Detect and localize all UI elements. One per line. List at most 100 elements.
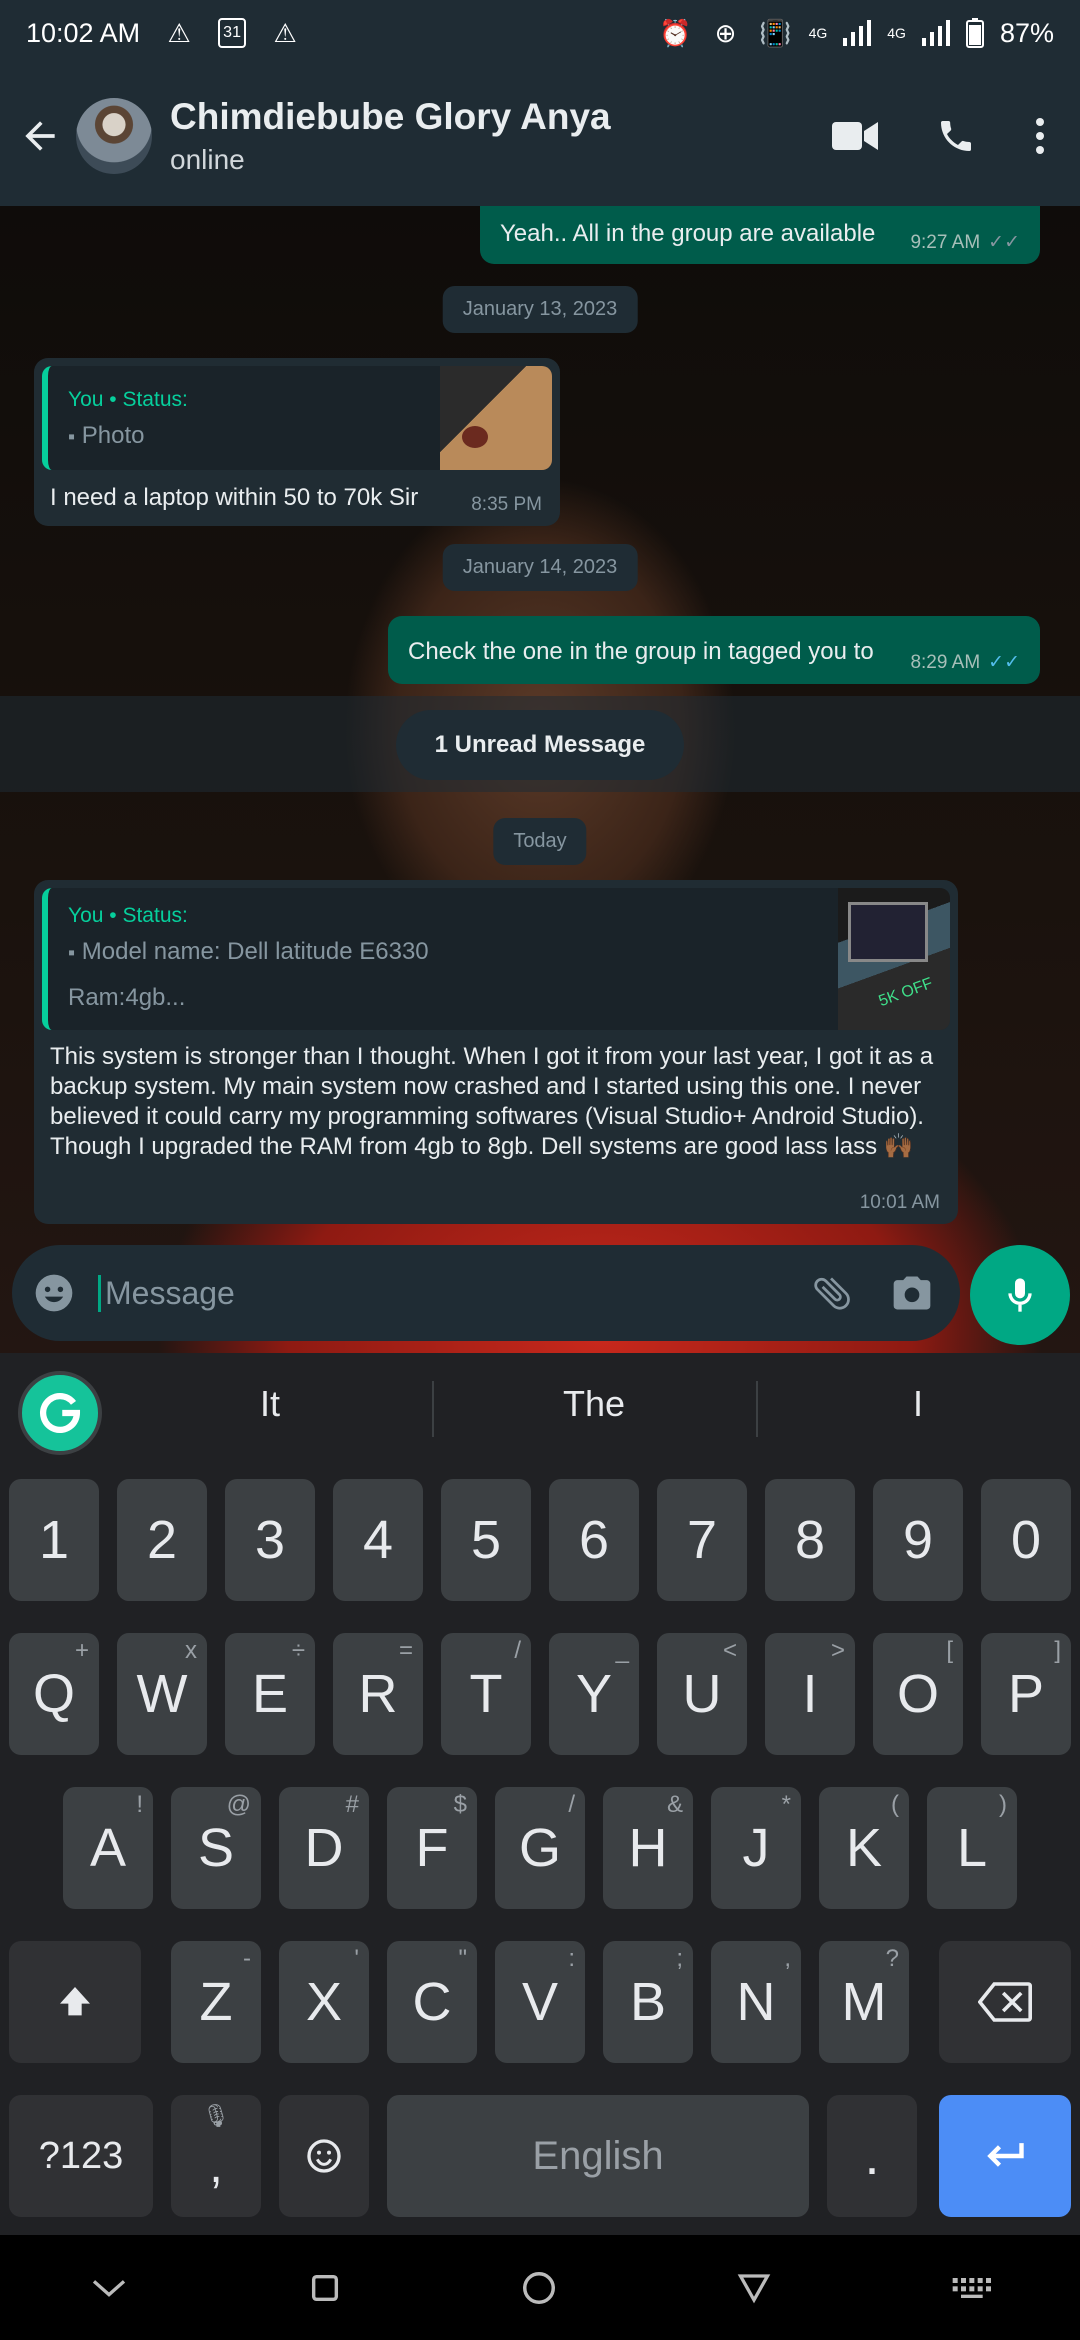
key-q[interactable]: Q + bbox=[9, 1633, 99, 1755]
suggestion-3[interactable]: I bbox=[913, 1383, 923, 1425]
network-type-1: 4G bbox=[808, 25, 828, 41]
more-options-icon[interactable] bbox=[1034, 116, 1046, 156]
message-text: Check the one in the group in tagged you… bbox=[408, 638, 874, 665]
status-reply-quote[interactable]: You • Status: ▪ Photo bbox=[42, 366, 552, 470]
shift-icon bbox=[60, 1987, 90, 2016]
home-icon[interactable] bbox=[520, 2269, 558, 2307]
message-outgoing[interactable]: Yeah.. All in the group are available 9:… bbox=[480, 206, 1040, 264]
period-key[interactable]: . bbox=[827, 2095, 917, 2217]
key-n[interactable]: N, bbox=[711, 1941, 801, 2063]
message-incoming[interactable]: You • Status: ▪ Model name: Dell latitud… bbox=[34, 880, 958, 1224]
message-text: Yeah.. All in the group are available bbox=[500, 220, 876, 247]
space-key[interactable]: English bbox=[387, 2095, 809, 2217]
key-4[interactable]: 4 bbox=[333, 1479, 423, 1601]
key-7[interactable]: 7 bbox=[657, 1479, 747, 1601]
recents-icon[interactable] bbox=[308, 2271, 342, 2305]
date-separator: January 14, 2023 bbox=[442, 544, 638, 591]
video-call-icon[interactable] bbox=[832, 120, 878, 152]
camera-icon[interactable] bbox=[890, 1271, 934, 1315]
emoji-icon[interactable] bbox=[32, 1271, 76, 1315]
message-time: 10:01 AM bbox=[859, 1192, 940, 1213]
key-5[interactable]: 5 bbox=[441, 1479, 531, 1601]
key-k[interactable]: K( bbox=[819, 1787, 909, 1909]
symbols-key[interactable]: ?123 bbox=[9, 2095, 153, 2217]
quote-line-2: Ram:4gb... bbox=[68, 984, 186, 1011]
signal-icon-2 bbox=[921, 20, 950, 46]
unread-messages-pill: 1 Unread Message bbox=[396, 710, 684, 780]
key-g[interactable]: G / bbox=[495, 1787, 585, 1909]
key-y[interactable]: Y _ bbox=[549, 1633, 639, 1755]
message-outgoing[interactable]: Check the one in the group in tagged you… bbox=[388, 616, 1040, 684]
key-t[interactable]: T / bbox=[441, 1633, 531, 1755]
key-p[interactable]: P] bbox=[981, 1633, 1071, 1755]
hide-keyboard-icon[interactable] bbox=[89, 2276, 129, 2300]
keyboard-switch-icon[interactable] bbox=[951, 2276, 991, 2300]
attach-icon[interactable] bbox=[810, 1271, 854, 1315]
key-d[interactable]: D # bbox=[279, 1787, 369, 1909]
key-z[interactable]: Z- bbox=[171, 1941, 261, 2063]
key-o[interactable]: O[ bbox=[873, 1633, 963, 1755]
battery-icon bbox=[965, 18, 984, 48]
key-e[interactable]: E ÷ bbox=[225, 1633, 315, 1755]
key-0[interactable]: 0 bbox=[981, 1479, 1071, 1601]
battery-level: 87% bbox=[999, 17, 1054, 48]
back-arrow-icon[interactable] bbox=[18, 114, 62, 158]
key-i[interactable]: I > bbox=[765, 1633, 855, 1755]
message-time: 8:35 PM bbox=[471, 494, 542, 515]
emoji-key-icon bbox=[307, 2139, 341, 2173]
key-8[interactable]: 8 bbox=[765, 1479, 855, 1601]
shift-key[interactable] bbox=[9, 1941, 141, 2063]
voice-message-button[interactable] bbox=[970, 1245, 1070, 1345]
key-x[interactable]: X ' bbox=[279, 1941, 369, 2063]
key-9[interactable]: 9 bbox=[873, 1479, 963, 1601]
message-incoming[interactable]: You • Status: ▪ Photo I need a laptop wi… bbox=[34, 358, 560, 526]
contact-info[interactable]: Chimdiebube Glory Anya online bbox=[170, 96, 611, 176]
key-w[interactable]: Wx bbox=[117, 1633, 207, 1755]
message-composer[interactable]: Message bbox=[12, 1245, 960, 1341]
status-reply-quote[interactable]: You • Status: ▪ Model name: Dell latitud… bbox=[42, 888, 950, 1030]
date-separator: January 13, 2023 bbox=[442, 286, 638, 333]
voice-call-icon[interactable] bbox=[936, 116, 976, 156]
chat-area[interactable]: Yeah.. All in the group are available 9:… bbox=[0, 206, 1080, 1353]
key-2[interactable]: 2 bbox=[117, 1479, 207, 1601]
alarm-icon: ⏰ bbox=[659, 17, 692, 48]
key-u[interactable]: U < bbox=[657, 1633, 747, 1755]
key-h[interactable]: H & bbox=[603, 1787, 693, 1909]
suggestion-1[interactable]: It bbox=[260, 1383, 280, 1425]
quote-title: You • Status: bbox=[68, 904, 188, 927]
microphone-icon bbox=[1008, 1278, 1032, 1312]
clock: 10:02 AM bbox=[26, 17, 141, 48]
key-b[interactable]: B; bbox=[603, 1941, 693, 2063]
avatar[interactable] bbox=[76, 98, 152, 174]
suggestion-strip: It The I bbox=[0, 1353, 1080, 1463]
quote-line-1: Model name: Dell latitude E6330 bbox=[81, 938, 429, 965]
key-1[interactable]: 1 bbox=[9, 1479, 99, 1601]
emoji-key[interactable] bbox=[279, 2095, 369, 2217]
key-j[interactable]: J * bbox=[711, 1787, 801, 1909]
suggestion-2[interactable]: The bbox=[563, 1383, 625, 1425]
status-thumbnail: 5K OFF bbox=[838, 888, 950, 1030]
photo-icon: ▪ bbox=[68, 426, 76, 448]
key-f[interactable]: F $ bbox=[387, 1787, 477, 1909]
status-bar: 10:02 AM ⚠ 31 ⚠ ⏰ ⊕ 📳 4G 4G 87% bbox=[0, 0, 1080, 66]
comma-voice-key[interactable]: 🎙 , bbox=[171, 2095, 261, 2217]
message-time: 9:27 AM bbox=[910, 231, 981, 253]
key-c[interactable]: C " bbox=[387, 1941, 477, 2063]
message-input[interactable]: Message bbox=[98, 1274, 235, 1312]
key-3[interactable]: 3 bbox=[225, 1479, 315, 1601]
key-6[interactable]: 6 bbox=[549, 1479, 639, 1601]
back-nav-icon[interactable] bbox=[736, 2271, 772, 2305]
key-m[interactable]: M? bbox=[819, 1941, 909, 2063]
message-text: This system is stronger than I thought. … bbox=[50, 1043, 934, 1160]
keyboard: It The I 1 2 3 4 5 6 7 8 9 0 Q + Wx E ÷ R =… bbox=[0, 1353, 1080, 2235]
key-l[interactable]: L) bbox=[927, 1787, 1017, 1909]
key-a[interactable]: A! bbox=[63, 1787, 153, 1909]
grammarly-icon[interactable] bbox=[18, 1371, 102, 1455]
contact-name: Chimdiebube Glory Anya bbox=[170, 96, 611, 137]
key-s[interactable]: S @ bbox=[171, 1787, 261, 1909]
warning-icon: ⚠ bbox=[167, 17, 191, 48]
key-v[interactable]: V: bbox=[495, 1941, 585, 2063]
backspace-key[interactable] bbox=[939, 1941, 1071, 2063]
key-r[interactable]: R = bbox=[333, 1633, 423, 1755]
enter-key[interactable] bbox=[939, 2095, 1071, 2217]
